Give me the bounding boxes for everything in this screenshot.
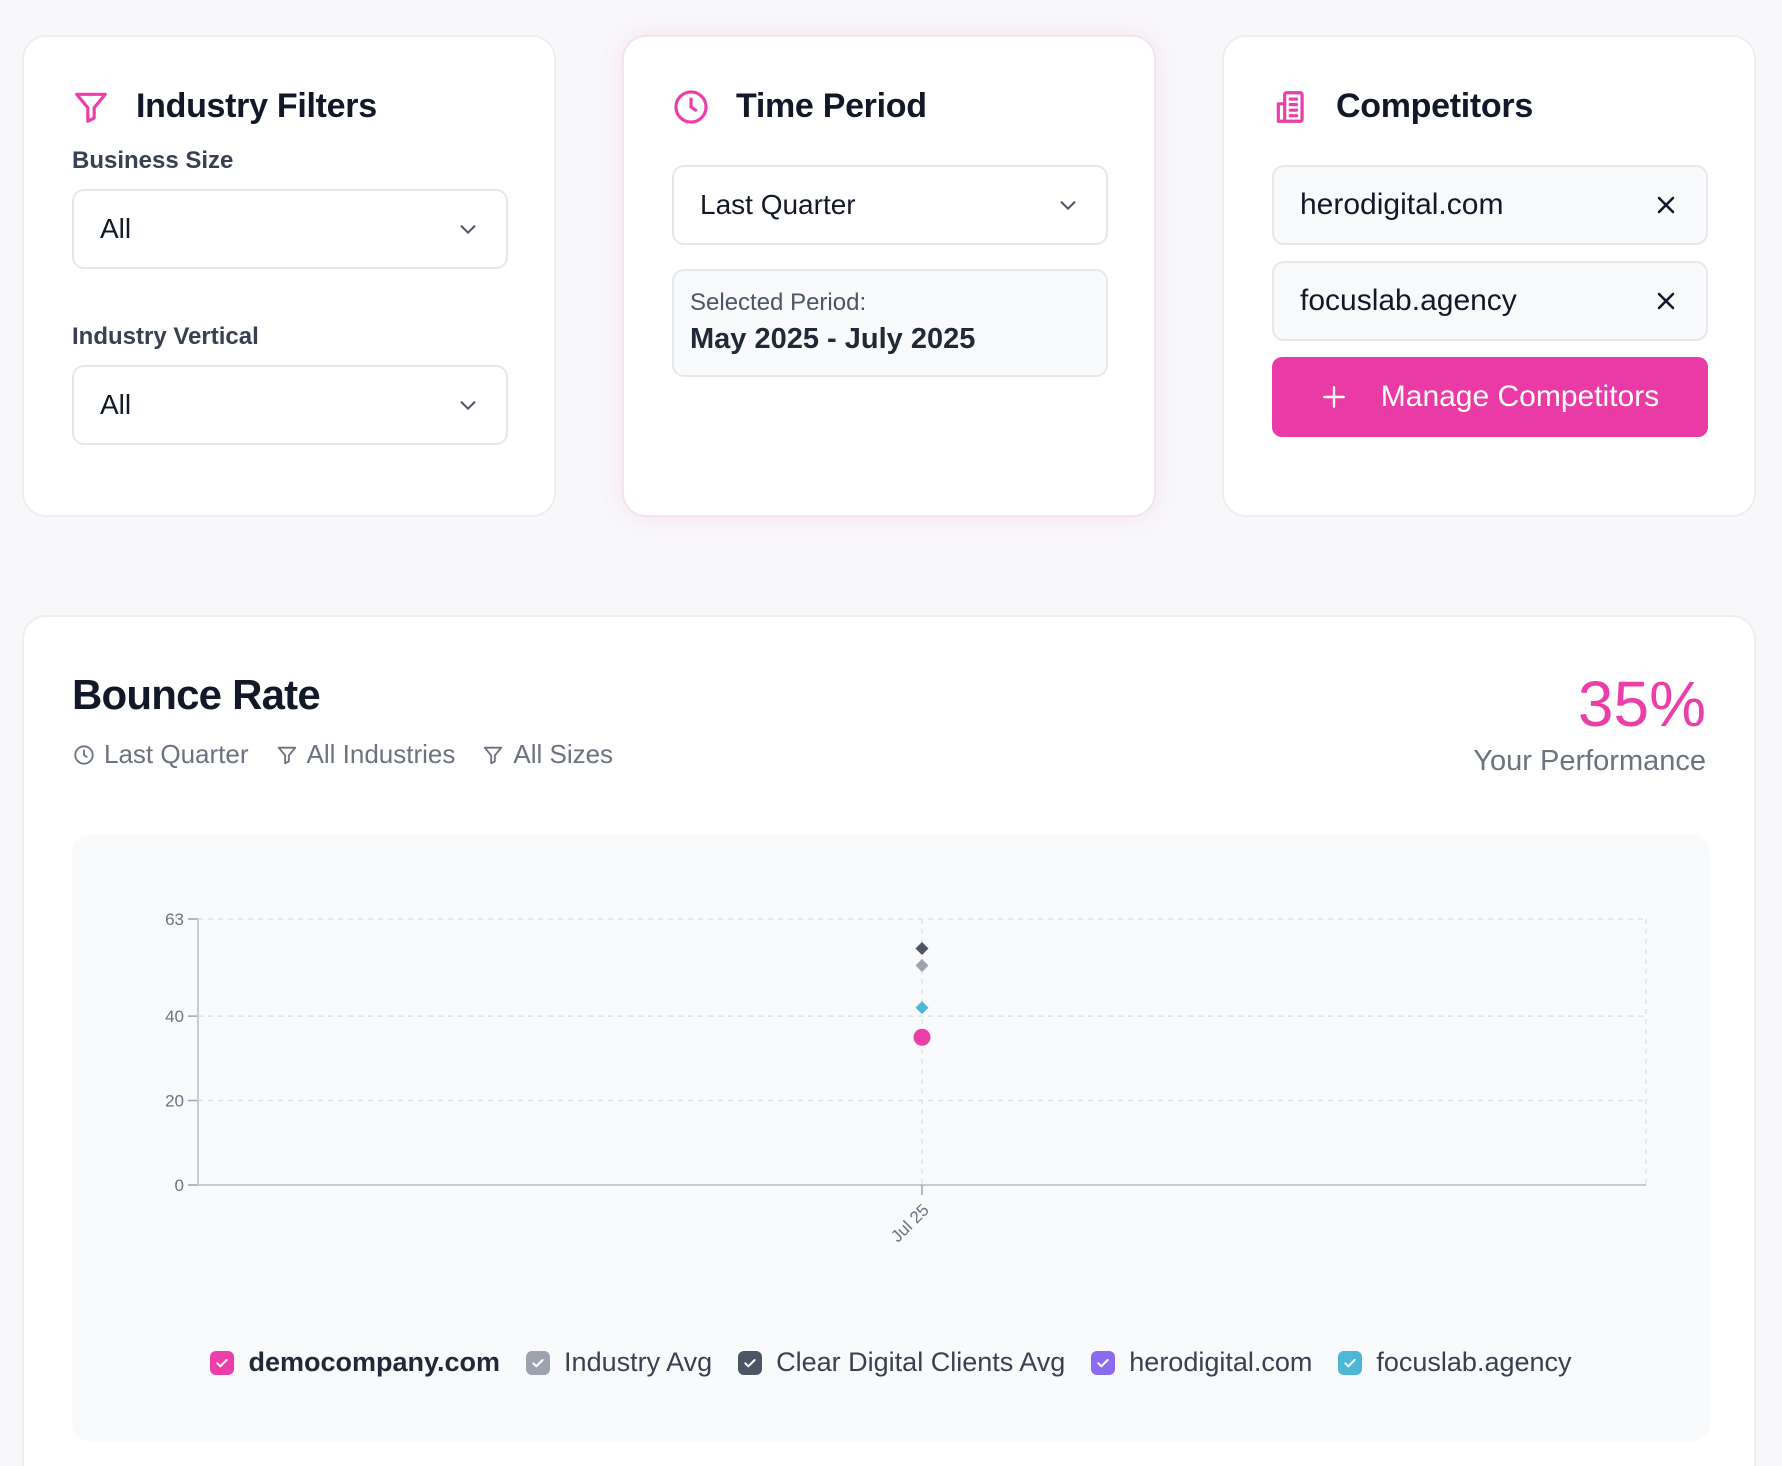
legend-label: democompany.com	[248, 1347, 501, 1377]
chart-meta: Last Quarter All Industries All Sizes	[72, 739, 639, 770]
y-tick-label: 0	[175, 1176, 184, 1195]
y-tick-label: 63	[165, 910, 184, 929]
time-period-card: Time Period Last Quarter Selected Period…	[622, 35, 1156, 517]
competitor-chip: focuslab.agency	[1272, 261, 1708, 341]
legend-label: focuslab.agency	[1376, 1347, 1572, 1377]
legend-item[interactable]: herodigital.com	[1091, 1347, 1312, 1378]
close-icon[interactable]	[1652, 191, 1680, 219]
meta-industries-label: All Industries	[306, 739, 456, 769]
legend-label: Clear Digital Clients Avg	[776, 1347, 1066, 1377]
data-point	[915, 942, 929, 956]
industry-vertical-label: Industry Vertical	[72, 323, 259, 350]
data-point	[915, 1001, 929, 1015]
industry-vertical-select[interactable]: All	[72, 365, 508, 445]
meta-period-label: Last Quarter	[104, 739, 249, 769]
time-period-title: Time Period	[736, 87, 927, 125]
selected-period-value: May 2025 - July 2025	[690, 323, 976, 355]
chart-title: Bounce Rate	[72, 671, 321, 718]
close-icon[interactable]	[1652, 287, 1680, 315]
legend-item[interactable]: focuslab.agency	[1338, 1347, 1572, 1378]
y-tick-label: 40	[165, 1007, 184, 1026]
filter-icon	[481, 743, 505, 767]
meta-period: Last Quarter	[72, 739, 249, 770]
chevron-down-icon	[456, 393, 480, 417]
filter-icon	[275, 743, 299, 767]
checkbox-icon[interactable]	[526, 1350, 551, 1375]
legend-item[interactable]: Clear Digital Clients Avg	[738, 1347, 1065, 1378]
selected-period-label: Selected Period:	[690, 289, 867, 316]
time-period-header: Time Period	[672, 87, 927, 126]
plus-icon	[1321, 384, 1347, 410]
meta-industries: All Industries	[275, 739, 456, 770]
business-size-value: All	[100, 213, 132, 244]
time-period-select[interactable]: Last Quarter	[672, 165, 1108, 245]
industry-filters-header: Industry Filters	[72, 87, 377, 126]
industry-filters-card: Industry Filters Business Size All Indus…	[22, 35, 556, 517]
manage-competitors-button[interactable]: Manage Competitors	[1272, 357, 1708, 437]
bounce-rate-card: Bounce Rate Last Quarter All Industries …	[22, 615, 1756, 1466]
business-size-select[interactable]: All	[72, 189, 508, 269]
clock-icon	[72, 743, 96, 767]
business-size-label: Business Size	[72, 147, 234, 174]
chevron-down-icon	[1056, 193, 1080, 217]
data-point	[915, 958, 929, 972]
competitors-card: Competitors herodigital.com focuslab.age…	[1222, 35, 1756, 517]
chart-legend: democompany.com Industry Avg Clear Digital…	[72, 1347, 1710, 1378]
competitor-name: herodigital.com	[1300, 188, 1504, 221]
chevron-down-icon	[456, 217, 480, 241]
selected-period-box: Selected Period: May 2025 - July 2025	[672, 269, 1108, 377]
legend-item[interactable]: democompany.com	[210, 1347, 500, 1378]
bounce-rate-chart: 0 20 40 63 Jul 25	[165, 910, 1647, 1246]
performance-value: 35%	[1577, 668, 1706, 740]
x-tick-label: Jul 25	[887, 1200, 933, 1246]
meta-sizes-label: All Sizes	[513, 739, 614, 769]
meta-sizes: All Sizes	[481, 739, 613, 770]
legend-label: herodigital.com	[1129, 1347, 1313, 1377]
checkbox-icon[interactable]	[210, 1350, 235, 1375]
clock-icon	[672, 88, 710, 126]
industry-vertical-value: All	[100, 389, 132, 420]
legend-label: Industry Avg	[564, 1347, 713, 1377]
filter-icon	[72, 88, 110, 126]
checkbox-icon[interactable]	[1338, 1350, 1363, 1375]
performance-label: Your Performance	[1473, 745, 1706, 777]
competitors-header: Competitors	[1272, 87, 1533, 126]
industry-filters-title: Industry Filters	[136, 87, 377, 125]
legend-item[interactable]: Industry Avg	[526, 1347, 712, 1378]
manage-competitors-label: Manage Competitors	[1380, 380, 1660, 413]
building-icon	[1272, 88, 1310, 126]
y-tick-label: 20	[165, 1092, 184, 1111]
checkbox-icon[interactable]	[1091, 1350, 1116, 1375]
chart-area: 0 20 40 63 Jul 25 democompany.com Industry Av…	[72, 835, 1710, 1441]
competitor-name: focuslab.agency	[1300, 284, 1517, 317]
data-point	[913, 1028, 931, 1046]
competitor-chip: herodigital.com	[1272, 165, 1708, 245]
competitors-title: Competitors	[1336, 87, 1533, 125]
time-period-value: Last Quarter	[700, 189, 856, 220]
checkbox-icon[interactable]	[738, 1350, 763, 1375]
